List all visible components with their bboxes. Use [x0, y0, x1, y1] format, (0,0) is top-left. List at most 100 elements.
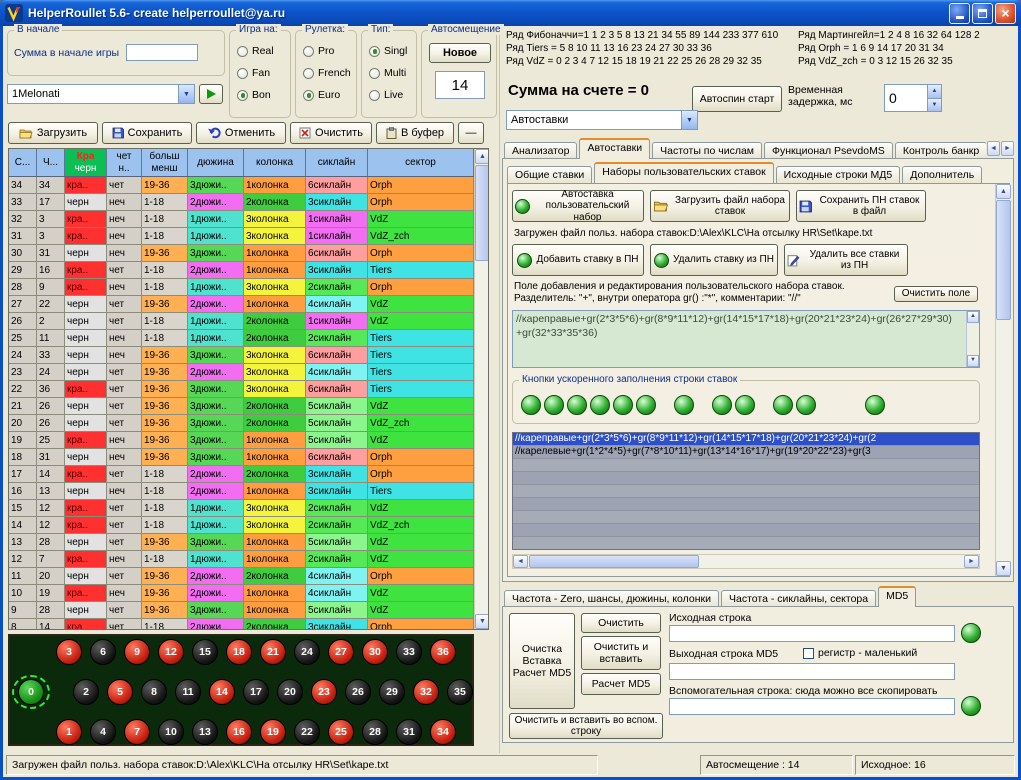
column-header-Ч...[interactable]: Ч...: [37, 149, 65, 176]
scroll-up-icon[interactable]: ▲: [475, 149, 489, 164]
autobet-custom-set-button[interactable]: Автоставка пользовательский набор: [512, 190, 644, 222]
table-row[interactable]: 814кра..чет1-182дюжи..2колонка3сиклайнOr…: [9, 619, 474, 630]
bet-sets-listbox[interactable]: //кареправые+gr(2*3*5*6)+gr(8*9*11*12)+g…: [512, 432, 980, 550]
minimize-button[interactable]: [949, 3, 970, 24]
roulette-number-27[interactable]: 27: [328, 639, 354, 665]
tab-Частоты по числам[interactable]: Частоты по числам: [652, 142, 762, 159]
spinner-arrows[interactable]: ▲▼: [927, 85, 941, 111]
tab-Функционал PsevdoMS[interactable]: Функционал PsevdoMS: [764, 142, 893, 159]
save-button[interactable]: Сохранить: [102, 122, 192, 144]
list-empty-row[interactable]: [513, 485, 979, 498]
roulette-number-22[interactable]: 22: [294, 719, 320, 745]
scroll-right-icon[interactable]: ►: [964, 555, 979, 568]
listbox-hscrollbar[interactable]: ◄ ►: [512, 554, 980, 569]
table-row[interactable]: 1714кра..чет1-182дюжи..2колонка3сиклайнO…: [9, 466, 474, 483]
roulette-number-20[interactable]: 20: [277, 679, 303, 705]
column-header-сиклайн[interactable]: сиклайн: [306, 149, 368, 176]
roulette-number-12[interactable]: 12: [158, 639, 184, 665]
table-row[interactable]: 2511черннеч1-181дюжи..2колонка2сиклайнTi…: [9, 330, 474, 347]
table-row[interactable]: 3434кра..чет19-363дюжи..1колонка6сиклайн…: [9, 177, 474, 194]
delay-spinner[interactable]: 0 ▲▼: [884, 84, 942, 112]
tab-Автоставки[interactable]: Автоставки: [579, 138, 650, 159]
roulette-number-34[interactable]: 34: [430, 719, 456, 745]
table-row[interactable]: 1512кра..чет1-181дюжи..3колонка2сиклайнV…: [9, 500, 474, 517]
tab-Контроль банкр[interactable]: Контроль банкр: [895, 142, 986, 159]
radio-singl[interactable]: Singl: [369, 45, 407, 57]
tab-scroll-right-icon[interactable]: ►: [1001, 141, 1014, 156]
radio-real[interactable]: Real: [237, 45, 274, 57]
roulette-number-33[interactable]: 33: [396, 639, 422, 665]
table-row[interactable]: 1328чернчет19-363дюжи..1колонка5сиклайнV…: [9, 534, 474, 551]
list-empty-row[interactable]: [513, 498, 979, 511]
tab-Частота - сиклайны, сектора[interactable]: Частота - сиклайны, сектора: [721, 590, 876, 607]
quick-bet-ball-button[interactable]: [521, 395, 541, 415]
tab-Общие ставки[interactable]: Общие ставки: [507, 166, 592, 183]
table-row[interactable]: 313кра..неч1-181дюжи..3колонка1сиклайнVd…: [9, 228, 474, 245]
table-row[interactable]: 1120чернчет19-362дюжи..2колонка4сиклайнO…: [9, 568, 474, 585]
table-row[interactable]: 3031черннеч19-363дюжи..1колонка6сиклайнO…: [9, 245, 474, 262]
table-row[interactable]: 2026чернчет19-363дюжи..2колонка5сиклайнV…: [9, 415, 474, 432]
new-button[interactable]: Новое: [429, 43, 491, 63]
radio-multi[interactable]: Multi: [369, 67, 406, 79]
roulette-number-14[interactable]: 14: [209, 679, 235, 705]
roulette-number-3[interactable]: 3: [56, 639, 82, 665]
chevron-down-icon[interactable]: ▼: [681, 111, 697, 129]
table-row[interactable]: 1019кра..неч19-362дюжи..1колонка4сиклайн…: [9, 585, 474, 602]
quick-bet-ball-button[interactable]: [865, 395, 885, 415]
quick-bet-ball-button[interactable]: [567, 395, 587, 415]
load-set-file-button[interactable]: Загрузить файл набора ставок: [650, 190, 790, 222]
table-row[interactable]: 323кра..неч1-181дюжи..3колонка1сиклайнVd…: [9, 211, 474, 228]
roulette-number-13[interactable]: 13: [192, 719, 218, 745]
radio-fan[interactable]: Fan: [237, 67, 270, 79]
table-row[interactable]: 289кра..неч1-181дюжи..3колонка2сиклайнOr…: [9, 279, 474, 296]
roulette-number-2[interactable]: 2: [73, 679, 99, 705]
remove-all-bets-button[interactable]: Удалить все ставки из ПН: [784, 244, 908, 276]
roulette-number-31[interactable]: 31: [396, 719, 422, 745]
tab-Наборы пользовательских ставок[interactable]: Наборы пользовательских ставок: [594, 162, 773, 183]
scroll-down-icon[interactable]: ▼: [967, 355, 979, 367]
close-button[interactable]: ×: [995, 3, 1016, 24]
quick-bet-ball-button[interactable]: [773, 395, 793, 415]
column-header-Кра[interactable]: Крачерн: [65, 149, 107, 176]
roulette-number-23[interactable]: 23: [311, 679, 337, 705]
list-empty-row[interactable]: [513, 459, 979, 472]
roulette-number-8[interactable]: 8: [141, 679, 167, 705]
roulette-number-29[interactable]: 29: [379, 679, 405, 705]
quick-bet-ball-button[interactable]: [636, 395, 656, 415]
tab-scroll-left-icon[interactable]: ◄: [987, 141, 1000, 156]
checkbox-icon[interactable]: [803, 648, 814, 659]
table-row[interactable]: 2433черннеч19-363дюжи..3колонка6сиклайнT…: [9, 347, 474, 364]
roulette-number-10[interactable]: 10: [158, 719, 184, 745]
column-header-сектор[interactable]: сектор: [368, 149, 474, 176]
column-header-дюжина[interactable]: дюжина: [188, 149, 244, 176]
md5-calc-button[interactable]: Расчет MD5: [581, 673, 661, 695]
quick-bet-ball-button[interactable]: [712, 395, 732, 415]
play-button[interactable]: [199, 84, 223, 104]
panel-scrollbar[interactable]: ▲ ▼: [995, 184, 1011, 576]
roulette-number-25[interactable]: 25: [328, 719, 354, 745]
md5-helper-input[interactable]: [669, 698, 955, 715]
scroll-thumb[interactable]: [529, 555, 699, 568]
table-row[interactable]: 1831черннеч19-363дюжи..1колонка6сиклайнO…: [9, 449, 474, 466]
roulette-number-5[interactable]: 5: [107, 679, 133, 705]
list-empty-row[interactable]: [513, 524, 979, 537]
profile-combo[interactable]: 1Melonati ▼: [7, 84, 195, 104]
roulette-number-18[interactable]: 18: [226, 639, 252, 665]
tab-Частота - Zero, шансы, дюжины, колонки[interactable]: Частота - Zero, шансы, дюжины, колонки: [504, 590, 719, 607]
md5-register-checkbox[interactable]: регистр - маленький: [803, 647, 917, 659]
undo-button[interactable]: Отменить: [196, 122, 286, 144]
roulette-number-19[interactable]: 19: [260, 719, 286, 745]
column-header-колонка[interactable]: колонка: [244, 149, 306, 176]
list-empty-row[interactable]: [513, 472, 979, 485]
autobets-combo[interactable]: Автоставки ▼: [506, 110, 698, 130]
md5-clear-paste-button[interactable]: Очистить и вставить: [581, 636, 661, 670]
scroll-down-icon[interactable]: ▼: [475, 614, 489, 629]
clear-button[interactable]: Очистить: [290, 122, 372, 144]
roulette-number-28[interactable]: 28: [362, 719, 388, 745]
roulette-number-1[interactable]: 1: [56, 719, 82, 745]
radio-live[interactable]: Live: [369, 89, 403, 101]
column-header-С...[interactable]: С...: [9, 149, 37, 176]
roulette-number-36[interactable]: 36: [430, 639, 456, 665]
md5-clear-paste-helper-button[interactable]: Очистить и вставить во вспом. строку: [509, 713, 663, 739]
table-row[interactable]: 127кра..неч1-181дюжи..1колонка2сиклайнVd…: [9, 551, 474, 568]
